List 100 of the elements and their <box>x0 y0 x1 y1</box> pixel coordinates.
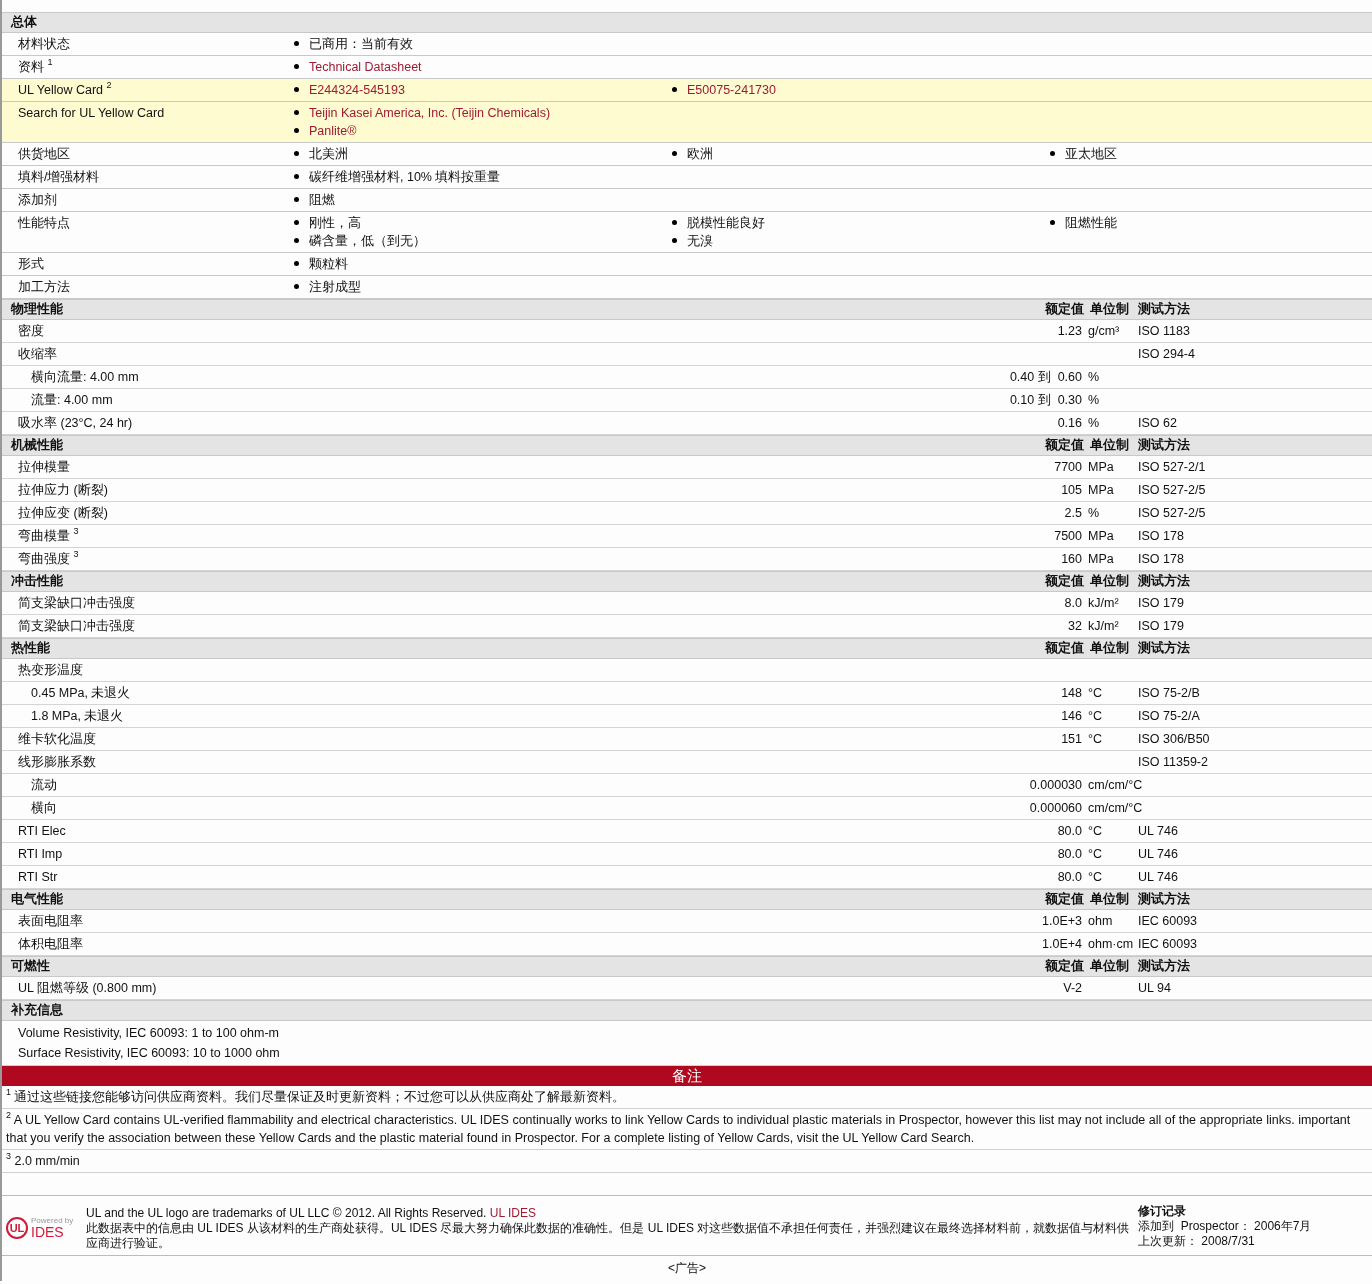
property-value: 146 <box>1060 708 1083 725</box>
section-title: 可燃性 <box>11 958 51 975</box>
property-value: 80.0 <box>1056 823 1083 840</box>
value-link[interactable]: Teijin Kasei America, Inc. (Teijin Chemicals) <box>294 104 551 122</box>
property-label: 体积电阻率 <box>18 936 84 953</box>
test-method: ISO 1183 <box>1138 323 1191 340</box>
property-label: 流动 <box>31 777 58 794</box>
property-label: 拉伸模量 <box>18 459 71 476</box>
property-unit: % <box>1088 392 1101 409</box>
property-unit: °C <box>1088 823 1104 840</box>
column-header: 额定值 <box>1044 437 1085 454</box>
property-value: 0.16 <box>1056 415 1083 432</box>
property-unit: % <box>1088 369 1101 386</box>
supplementary-text: Surface Resistivity, IEC 60093: 10 to 1000 ohm <box>18 1046 280 1060</box>
property-unit: % <box>1088 505 1101 522</box>
property-label: 横向流量: 4.00 mm <box>31 369 140 386</box>
property-value: 32 <box>1067 618 1083 635</box>
column-header: 额定值 <box>1044 301 1085 318</box>
column-header: 单位制 <box>1090 640 1130 657</box>
test-method: ISO 75-2/B <box>1138 685 1201 702</box>
section-title: 物理性能 <box>11 301 64 318</box>
value-text: 脱模性能良好 <box>672 214 765 232</box>
test-method: UL 746 <box>1138 823 1179 840</box>
property-value: 1.0E+4 <box>1041 936 1083 953</box>
property-unit: MPa <box>1088 528 1115 545</box>
property-label: 0.45 MPa, 未退火 <box>31 685 132 702</box>
column-header: 单位制 <box>1090 891 1130 908</box>
property-value: 0.40 到 0.60 <box>1008 369 1083 386</box>
revision-value: 2006年7月 <box>1254 1219 1312 1233</box>
column-header: 额定值 <box>1044 958 1085 975</box>
property-label: 加工方法 <box>18 279 71 296</box>
footnote-text: $^{3}$ 2.0 mm/min <box>6 1154 80 1168</box>
property-label: 密度 <box>18 323 45 340</box>
property-label: 简支梁缺口冲击强度 <box>18 595 136 612</box>
logo-mark: UL <box>6 1216 28 1239</box>
test-method: ISO 75-2/A <box>1138 708 1201 725</box>
property-label: 性能特点 <box>18 215 71 232</box>
property-value: 151 <box>1060 731 1083 748</box>
disclaimer-text: 此数据表中的信息由 UL IDES 从该材料的生产商处获得。UL IDES 尽最大努力确保此数据的准确性。但是 UL IDES 对这些数据值不承担任何责任，并强烈建议在最终选择材料前，就数据值与材料供应商进行验证。 <box>86 1221 1130 1251</box>
value-link[interactable]: Technical Datasheet <box>294 58 422 76</box>
value-link[interactable]: Panlite® <box>294 122 357 140</box>
value-text: 北美洲 <box>294 145 348 163</box>
property-label: 简支梁缺口冲击强度 <box>18 618 136 635</box>
property-label: RTI Imp <box>18 846 64 863</box>
property-label: 维卡软化温度 <box>18 731 97 748</box>
property-unit: MPa <box>1088 551 1115 568</box>
revision-value: 2008/7/31 <box>1201 1234 1255 1248</box>
column-header: 额定值 <box>1044 891 1085 908</box>
property-unit: °C <box>1088 685 1104 702</box>
property-label: 形式 <box>18 256 45 273</box>
property-value: 2.5 <box>1063 505 1083 522</box>
property-label: 弯曲模量 $^{3}$ <box>18 525 80 545</box>
property-unit: MPa <box>1088 459 1115 476</box>
property-unit: °C <box>1088 731 1104 748</box>
property-value: 105 <box>1060 482 1083 499</box>
value-text: 刚性，高 <box>294 214 361 232</box>
ides-link[interactable]: UL IDES <box>489 1206 536 1220</box>
column-header: 额定值 <box>1044 573 1085 590</box>
property-value: 80.0 <box>1056 846 1083 863</box>
property-label: 表面电阻率 <box>18 913 84 930</box>
property-value: 0.000030 <box>1028 777 1083 794</box>
value-link[interactable]: E50075-241730 <box>672 81 776 99</box>
property-unit: kJ/m² <box>1088 595 1120 612</box>
value-text: 阻燃 <box>294 191 335 209</box>
property-unit: kJ/m² <box>1088 618 1120 635</box>
test-method: IEC 60093 <box>1138 936 1199 953</box>
revision-title: 修订记录 <box>1138 1204 1187 1219</box>
value-text: 欧洲 <box>672 145 713 163</box>
property-label: 热变形温度 <box>18 662 84 679</box>
value-text: 碳纤维增强材料, 10% 填料按重量 <box>294 168 501 186</box>
property-value: 160 <box>1060 551 1083 568</box>
test-method: ISO 294-4 <box>1138 346 1196 363</box>
footnote-text: $^{2}$ A UL Yellow Card contains UL-verified flammability and electrical characteristics. UL IDES continually works to link Yellow Cards to individual plastic materials in Prospector, however this list may not include all of the appropriate links. important that you verify the association between these Yellow Cards and the plastic material found in Prospector. For a complete listing of Yellow Cards, visit the UL Yellow Card Search. <box>6 1113 1351 1145</box>
test-method: ISO 527-2/5 <box>1138 482 1207 499</box>
property-unit: °C <box>1088 846 1104 863</box>
value-text: 颗粒料 <box>294 255 348 273</box>
test-method: UL 94 <box>1138 980 1172 997</box>
column-header: 额定值 <box>1044 640 1085 657</box>
property-label: 添加剂 <box>18 192 58 209</box>
column-header: 单位制 <box>1090 573 1130 590</box>
property-label: 拉伸应变 (断裂) <box>18 505 109 522</box>
property-value: 80.0 <box>1056 869 1083 886</box>
column-header: 单位制 <box>1090 958 1130 975</box>
value-text: 注射成型 <box>294 278 361 296</box>
test-method: ISO 178 <box>1138 528 1185 545</box>
value-text: 磷含量，低（到无） <box>294 232 426 250</box>
column-header: 测试方法 <box>1138 958 1191 975</box>
property-label: 1.8 MPa, 未退火 <box>31 708 125 725</box>
property-label: 横向 <box>31 800 58 817</box>
property-label: 线形膨胀系数 <box>18 754 97 771</box>
property-label: 拉伸应力 (断裂) <box>18 482 109 499</box>
column-header: 测试方法 <box>1138 640 1191 657</box>
property-value: 7500 <box>1053 528 1083 545</box>
value-link[interactable]: E244324-545193 <box>294 81 405 99</box>
value-text: 无溴 <box>672 232 713 250</box>
section-title: 补充信息 <box>11 1002 64 1019</box>
property-label: 收缩率 <box>18 346 58 363</box>
property-value: 1.0E+3 <box>1041 913 1083 930</box>
test-method: ISO 11359-2 <box>1138 754 1209 771</box>
property-unit: °C <box>1088 708 1104 725</box>
